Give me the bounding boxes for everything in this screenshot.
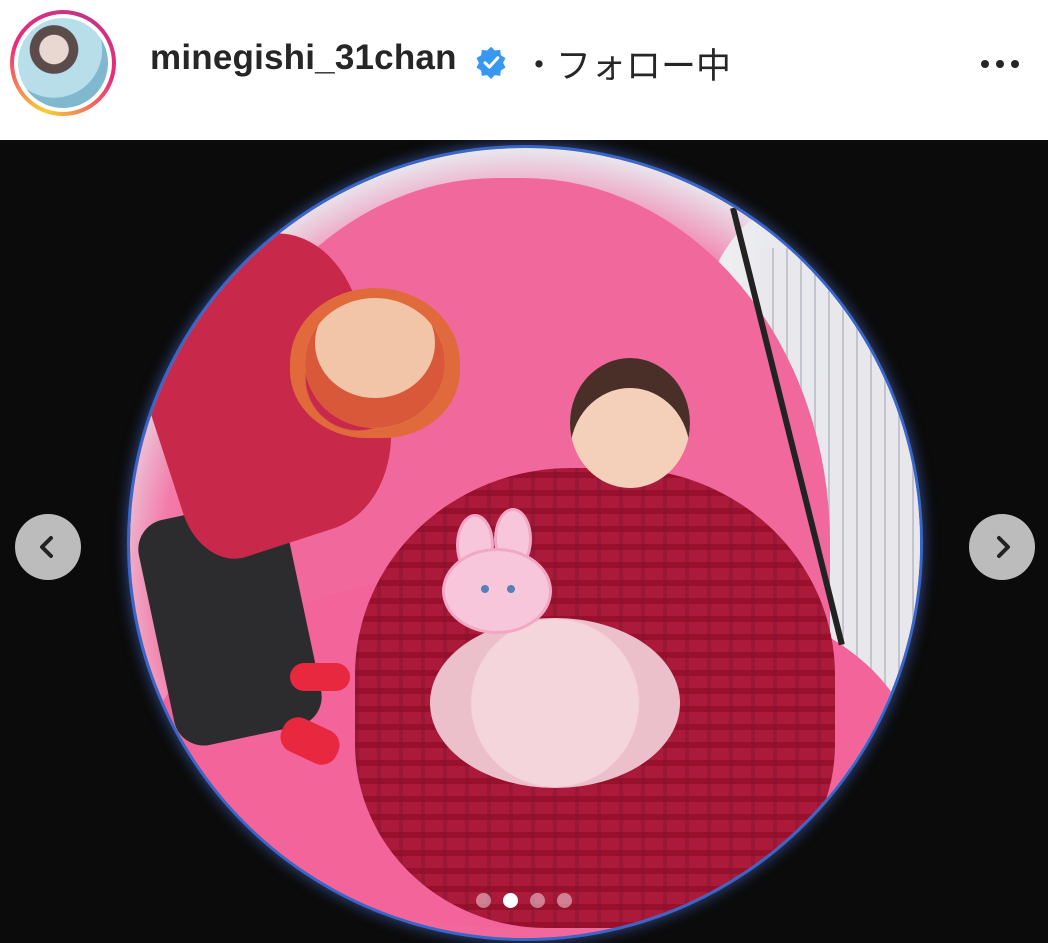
more-dot bbox=[981, 60, 989, 68]
next-slide-button[interactable] bbox=[969, 514, 1035, 580]
more-dot bbox=[1011, 60, 1019, 68]
following-status-button[interactable]: フォロー中 bbox=[556, 38, 731, 89]
carousel-dot[interactable] bbox=[557, 893, 572, 908]
avatar-gap bbox=[14, 14, 112, 112]
post-header: minegishi_31chan ・ フォロー中 bbox=[0, 0, 1048, 140]
more-dot bbox=[996, 60, 1004, 68]
carousel-indicators bbox=[476, 893, 572, 908]
woman-face bbox=[570, 358, 690, 488]
more-options-icon[interactable] bbox=[970, 44, 1030, 84]
bunny-face-sticker bbox=[442, 548, 552, 634]
fisheye-image bbox=[130, 148, 920, 938]
post-photo[interactable] bbox=[0, 140, 1048, 943]
baby-tutu bbox=[430, 618, 680, 788]
separator-dot: ・ bbox=[522, 47, 556, 85]
previous-slide-button[interactable] bbox=[15, 514, 81, 580]
verified-badge-icon bbox=[476, 46, 506, 79]
story-ring[interactable] bbox=[10, 10, 116, 116]
carousel-dot[interactable] bbox=[530, 893, 545, 908]
chevron-left-icon bbox=[40, 536, 53, 558]
username-link[interactable]: minegishi_31chan bbox=[150, 38, 457, 78]
chevron-right-icon bbox=[997, 536, 1010, 558]
man-sock bbox=[290, 663, 350, 691]
bunny-eye bbox=[481, 585, 489, 593]
bunny-eye bbox=[507, 585, 515, 593]
avatar[interactable] bbox=[18, 18, 108, 108]
carousel-dot[interactable] bbox=[476, 893, 491, 908]
carousel-dot-active[interactable] bbox=[503, 893, 518, 908]
fisheye-lens bbox=[130, 148, 920, 938]
man-face bbox=[305, 298, 445, 428]
